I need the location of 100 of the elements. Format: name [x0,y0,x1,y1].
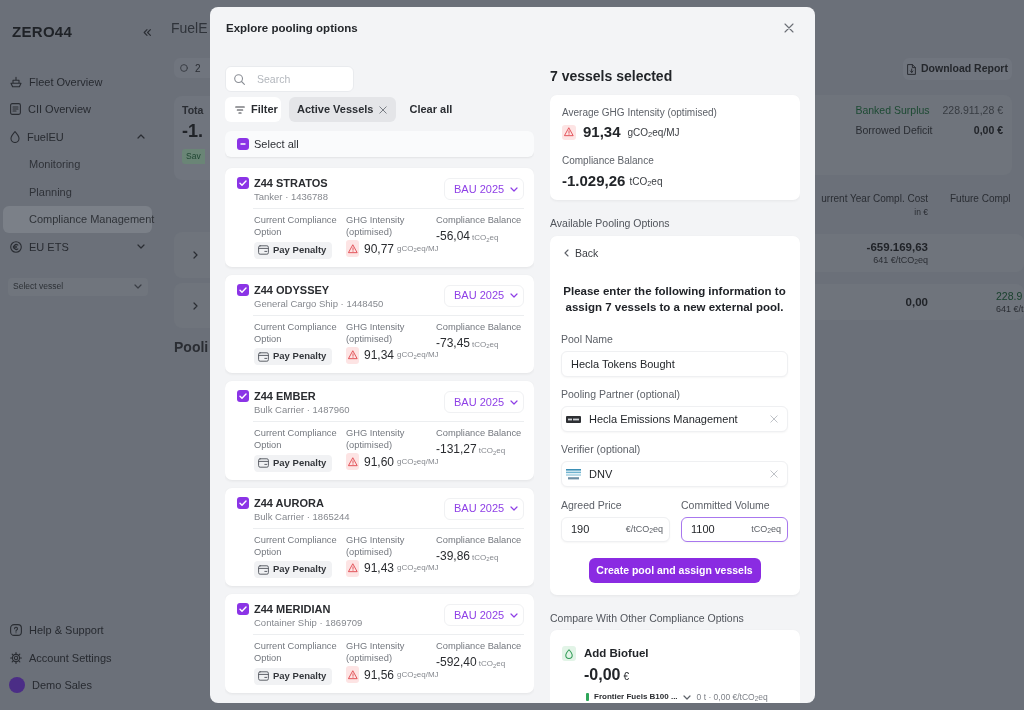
option-label: Pay Penalty [273,455,327,470]
expand-chevron-icon[interactable] [193,251,198,259]
partner-logo-icon [566,415,581,423]
cell-rate: 641 €/t [996,302,1024,315]
create-pool-button[interactable]: Create pool and assign vessels [588,558,761,583]
intensity-unit: gCO$_{2}$eq/MJ [397,349,439,361]
input-field[interactable]: 1100 tCO$_{2}$eq [681,517,788,542]
option-label: Pay Penalty [273,242,327,257]
section-label: Compare With Other Compliance Options [550,611,745,625]
balance-value: -592,40 [436,656,477,668]
ring-icon [180,64,188,72]
option-label: Pay Penalty [273,562,327,577]
tick-icon [239,180,247,186]
remove-icon[interactable] [379,105,388,114]
select-all-label: Select all [254,136,299,152]
tick-icon [239,393,247,399]
section-label: Available Pooling Options [550,216,671,230]
field-label: GHG Intensity (optimised) [346,640,406,664]
scenario-dropdown[interactable]: BAU 2025 [444,497,524,520]
nav-item[interactable]: CII Overview [3,95,152,123]
summary-value: -1. [182,120,204,142]
field-label: Current Compliance Option [254,214,338,238]
year-selector[interactable]: 2 [174,58,210,78]
checkbox[interactable] [237,390,249,402]
checkbox[interactable] [237,603,249,615]
page-title: FuelE [171,19,209,37]
checkbox[interactable] [237,177,249,189]
tick-icon [239,286,247,293]
select-field[interactable]: DNV [561,461,788,487]
field-label: GHG Intensity (optimised) [346,427,406,451]
wallet-icon [258,245,269,255]
back-button[interactable]: Back [561,246,599,260]
field-label: Compliance Balance [436,320,523,333]
select-field[interactable]: Hecla Emissions Management [561,406,788,432]
vessel-info: Tanker · 1436788 [254,191,328,203]
expand-chevron-icon[interactable] [193,301,198,310]
close-icon[interactable] [784,23,794,33]
drop-icon [10,130,20,143]
field-label: Pool Name [561,332,614,346]
nav-item[interactable]: FuelEU [3,123,152,151]
balance-amount: 228.911,28 € [942,103,1003,117]
scenario-dropdown[interactable]: BAU 2025 [444,391,524,413]
vessel-name: Z44 AURORA [254,495,325,510]
search-field[interactable]: Search [225,66,354,92]
balance-amount: 0,00 € [972,123,1003,137]
balance-value: -73,45 [436,336,471,349]
wallet-icon [258,564,269,575]
scenario-dropdown[interactable]: BAU 2025 [444,178,524,200]
input-field[interactable]: 190 €/tCO$_{2}$eq [561,517,670,542]
vessel-select[interactable]: Select vessel [8,277,148,296]
checkbox[interactable] [237,283,249,296]
field-label: Compliance Balance [562,154,655,167]
search-icon [234,73,245,85]
intensity-unit: gCO$_{2}$eq/MJ [397,242,439,255]
document-icon [10,103,21,116]
filter-chip[interactable]: Active Vessels [289,97,397,122]
vessel-info: Bulk Carrier · 1487960 [254,404,350,416]
nav-item[interactable]: Fleet Overview [3,68,152,96]
nav-item[interactable]: Help & Support [3,616,152,644]
intensity-value: 91,43 [364,560,395,577]
clear-all-button[interactable]: Clear all [409,101,453,118]
currency-unit: € [623,670,630,685]
field-label: Current Compliance Option [254,427,338,451]
chevron-down-icon [510,612,519,618]
chevron-down-icon [510,186,519,192]
intensity-value: 91,34 [364,347,395,364]
balance-value: -39,86 [436,549,471,562]
balance-value: -56,04 [436,230,471,242]
vessel-info: General Cargo Ship · 1448450 [254,297,384,310]
scenario-dropdown[interactable]: BAU 2025 [444,604,524,626]
vessel-info: Container Ship · 1869709 [254,617,363,629]
checkbox[interactable] [237,496,249,509]
fuel-detail: 0 t · 0,00 €/tCO$_{2}$eq [696,690,768,703]
balance-unit: tCO$_{2}$eq [472,232,499,244]
balance-unit: tCO$_{2}$eq [478,658,506,670]
field-label: Average GHG Intensity (optimised) [562,106,718,119]
field-label: Pooling Partner (optional) [561,387,682,401]
input-field[interactable]: Hecla Tokens Bought [561,351,788,377]
intensity-value: 91,56 [364,666,395,684]
column-header: Future Compl [950,191,1012,205]
nav-item[interactable]: EU ETS [3,233,152,261]
checkbox[interactable] [237,138,249,150]
balance-value: -1.029,26 [562,173,626,189]
nav-item[interactable]: Account Settings [3,644,152,672]
fuel-dropdown[interactable]: Frontier Fuels B100 ... [586,691,691,703]
collapse-icon[interactable] [143,28,151,36]
download-report-button[interactable]: Download Report [903,58,1012,80]
user-menu[interactable]: Demo Sales [3,671,152,699]
filter-button[interactable]: Filter [225,97,281,122]
savings-tag: Sav [182,149,205,164]
modal-title: Explore pooling options [226,21,358,35]
cell-value: 0,00 [904,294,928,309]
chevron-left-icon [564,249,569,257]
intensity-value: 91,60 [364,453,395,471]
scenario-dropdown[interactable]: BAU 2025 [444,284,524,307]
tick-icon [239,606,247,612]
intensity-value: 91,34 [583,124,621,140]
vessel-name: Z44 ODYSSEY [254,282,331,297]
vessel-name: Z44 MERIDIAN [254,602,332,616]
vessel-name: Z44 EMBER [254,389,317,403]
